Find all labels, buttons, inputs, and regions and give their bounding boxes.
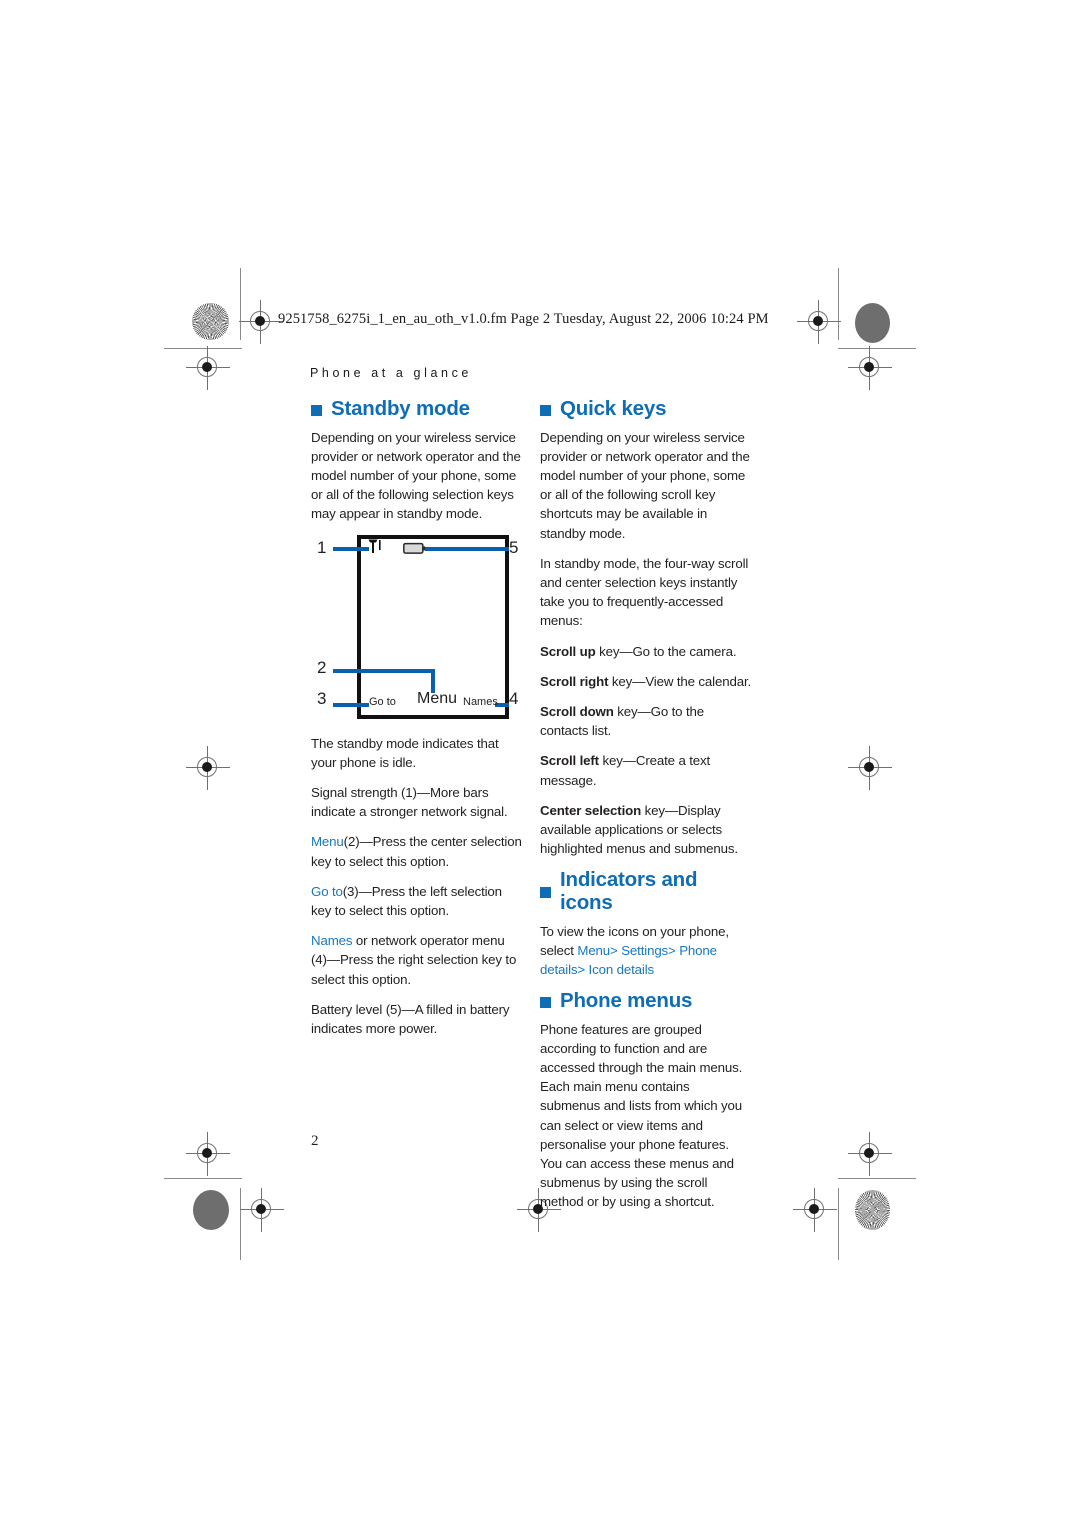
callout-5-leader [425,546,509,551]
callout-3-number: 3 [317,688,327,708]
quick-keys-body-paragraph: In standby mode, the four-way scroll and… [540,555,749,629]
registration-target-bottom-left-outer [240,1188,284,1232]
softkey-center-label: Menu [417,689,458,707]
left-text-column: Standby mode Depending on your wireless … [311,397,523,1049]
scroll-right-key-name: Scroll right [540,673,609,689]
callout-1-leader [333,546,369,551]
star-target-bottom-right [855,1190,890,1230]
heading-phone-menus: Phone menus [540,990,752,1013]
callout-1-number: 1 [317,537,327,557]
registration-target-top-right-outer [797,300,841,344]
square-bullet-icon [311,404,322,416]
standby-screen-diagram: 1 5 2 3 4 Go to Menu Names [311,530,523,722]
heading-standby-mode-label: Standby mode [331,397,470,420]
battery-level-paragraph: Battery level (5)—A filled in battery in… [311,1001,510,1036]
trim-rule-bottom-left-horizontal [164,1178,242,1180]
scroll-right-item: Scroll right key—View the calendar. [540,672,752,691]
heading-quick-keys-label: Quick keys [560,397,667,420]
page-number: 2 [311,1133,319,1149]
heading-indicators-and-icons: Indicators and icons [540,869,752,914]
trim-rule-right-vertical-lower [838,1188,840,1260]
scroll-right-description: key—View the calendar. [608,673,752,689]
names-key-paragraph: Names or network operator menu (4)—Press… [311,931,523,989]
phone-menus-paragraph-2: You can access these menus and submenus … [540,1156,734,1210]
scroll-left-key-name: Scroll left [540,753,599,769]
battery-icon [403,542,426,554]
callout-5-number: 5 [509,537,519,557]
standby-intro-paragraph: Depending on your wireless service provi… [311,429,521,522]
right-text-column: Quick keys Depending on your wireless se… [540,397,752,1223]
callout-4-number: 4 [509,688,519,708]
indicators-instruction-paragraph: To view the icons on your phone, select … [540,922,752,980]
softkey-right-label: Names [463,695,498,708]
registration-target-bottom-right-outer [793,1188,837,1232]
registration-target-top-left-outer [239,300,283,344]
center-selection-key-name: Center selection [540,802,642,818]
registration-target-top-left-inner [186,346,230,390]
goto-ui-term: Go to [311,883,343,899]
trim-rule-bottom-right-horizontal [838,1178,916,1180]
star-target-top-left [192,303,229,340]
scroll-left-item: Scroll left key—Create a text message. [540,751,752,789]
signal-strength-icon [368,539,381,553]
registration-target-middle-right [848,746,892,790]
registration-target-top-right-inner [848,346,892,390]
heading-quick-keys: Quick keys [540,397,752,421]
square-bullet-icon [540,404,551,416]
heading-indicators-and-icons-label: Indicators and icons [560,868,698,914]
names-ui-term: Names [311,933,353,949]
file-info-line: 9251758_6275i_1_en_au_oth_v1.0.fm Page 2… [278,311,769,327]
square-bullet-icon [540,887,551,899]
density-patch-top-right [855,303,890,343]
goto-key-paragraph: Go to(3)—Press the left selection key to… [311,882,523,920]
quick-keys-intro-paragraph: Depending on your wireless service provi… [540,429,750,541]
square-bullet-icon [540,996,551,1008]
scroll-up-description: key—Go to the camera. [595,643,737,659]
phone-menus-paragraph-1: Phone features are grouped according to … [540,1021,743,1152]
scroll-up-item: Scroll up key—Go to the camera. [540,642,752,661]
softkey-left-label: Go to [369,695,396,708]
registration-target-middle-left [186,746,230,790]
menu-key-paragraph: Menu(2)—Press the center selection key t… [311,832,523,870]
heading-phone-menus-label: Phone menus [560,989,693,1013]
callout-3-leader [333,702,369,707]
callout-2-leader-horizontal [333,668,435,673]
scroll-up-key-name: Scroll up [540,643,596,659]
scroll-down-item: Scroll down key—Go to the contacts list. [540,702,752,740]
center-selection-item: Center selection key—Display available a… [540,801,752,859]
chapter-header: Phone at a glance [310,366,472,380]
scroll-down-key-name: Scroll down [540,703,614,719]
callout-2-number: 2 [317,657,327,677]
standby-idle-paragraph: The standby mode indicates that your pho… [311,735,499,770]
heading-standby-mode: Standby mode [311,397,523,421]
signal-strength-paragraph: Signal strength (1)—More bars indicate a… [311,784,508,820]
density-patch-bottom-left [193,1190,229,1230]
registration-target-bottom-left-inner [186,1132,230,1176]
menu-ui-term: Menu [311,834,344,850]
registration-target-bottom-right-inner [848,1132,892,1176]
